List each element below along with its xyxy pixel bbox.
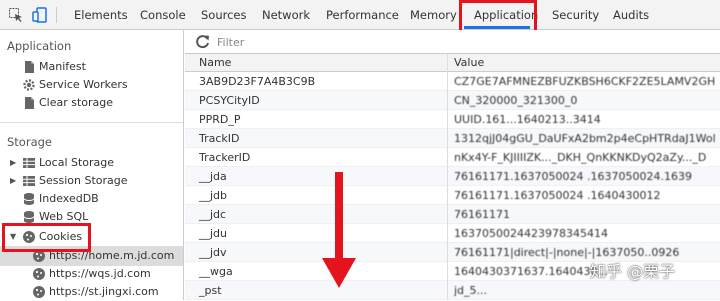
cookie-name: __jdv (199, 246, 227, 259)
column-divider[interactable] (447, 54, 448, 300)
down-arrow-annotation (335, 172, 343, 262)
cookie-icon (23, 231, 35, 243)
cookie-name: TrackerID (199, 151, 251, 164)
cookie-icon (33, 286, 45, 298)
table-row[interactable]: TrackerID nKx4Y-F_KJIIIIZK..._DKH_QnKKNK… (185, 148, 720, 167)
sidebar-item-label: Cookies (39, 230, 83, 243)
table-row[interactable]: __jda 76161171.1637050024 .1637050024.16… (185, 167, 720, 186)
cookie-name: __jdb (199, 189, 228, 202)
cookie-value: jd_5... (454, 284, 488, 297)
cookie-table-header: Name Value (185, 54, 720, 72)
sidebar-item-label: Session Storage (39, 174, 128, 187)
database-icon (23, 193, 35, 205)
tab-audits[interactable]: Audits (613, 0, 649, 30)
cookie-value: CZ7GE7AFMNEZBFUZKBSH6CKF2ZE5LAMV2GH7DH (454, 75, 716, 88)
cookie-name: 3AB9D23F7A4B3C9B (199, 75, 316, 88)
tab-performance[interactable]: Performance (326, 0, 399, 30)
table-row[interactable]: 3AB9D23F7A4B3C9B CZ7GE7AFMNEZBFUZKBSH6CK… (185, 72, 720, 91)
document-icon (25, 97, 34, 109)
filter-input[interactable] (213, 33, 641, 51)
cookie-name: PPRD_P (199, 113, 241, 126)
cookie-value: 1312qjJ04gGU_DaUFxA2bm2p4eCpHTRdaJ1Wolly… (454, 132, 716, 145)
tab-network[interactable]: Network (262, 0, 310, 30)
sidebar-item-label: Clear storage (39, 96, 114, 109)
column-header-name[interactable]: Name (199, 54, 231, 71)
cookie-icon (33, 250, 45, 262)
cookie-name: _pst (199, 284, 222, 297)
table-row[interactable]: _pst jd_5... (185, 281, 720, 300)
database-icon (23, 211, 35, 223)
sidebar-item-label: IndexedDB (39, 192, 99, 205)
grid-icon (23, 176, 35, 186)
sidebar-item-label: Web SQL (39, 210, 89, 223)
application-sidebar: Application Manifest Service Workers Cle… (0, 30, 184, 300)
cookie-value: CN_320000_321300_0 (454, 94, 578, 107)
table-row[interactable]: __jdb 76161171.1637050024 .1640430012 (185, 186, 720, 205)
table-row[interactable]: TrackID 1312qjJ04gGU_DaUFxA2bm2p4eCpHTRd… (185, 129, 720, 148)
sidebar-divider (0, 122, 183, 123)
table-row[interactable]: __jdc 76161171 (185, 205, 720, 224)
sidebar-item-label: https://home.m.jd.com (49, 249, 175, 262)
tab-memory[interactable]: Memory (410, 0, 457, 30)
sidebar-item-label: Manifest (39, 60, 86, 73)
inspect-element-icon[interactable] (8, 7, 24, 23)
cookie-name: PCSYCityID (199, 94, 260, 107)
cookie-name: TrackID (199, 132, 240, 145)
table-row[interactable]: PPRD_P UUID.161...1640213..3414 (185, 110, 720, 129)
expand-triangle-icon[interactable]: ▶ (10, 154, 16, 172)
cookie-name: __jdu (199, 227, 228, 240)
cookie-value: 76161171|direct|-|none|-|1637050..0926 (454, 246, 680, 259)
cookie-name: __wga (199, 265, 233, 278)
sidebar-item-label: Service Workers (39, 78, 128, 91)
device-toolbar-icon[interactable] (32, 7, 48, 23)
refresh-icon[interactable] (195, 34, 211, 50)
active-tab-indicator (464, 26, 530, 29)
cookie-value: UUID.161...1640213..3414 (454, 113, 601, 126)
sidebar-item-label: https://wqs.jd.com (49, 267, 151, 280)
down-arrow-head-icon (322, 258, 356, 288)
cookie-value: nKx4Y-F_KJIIIIZK..._DKH_QnKKNKDyQ2aZy...… (454, 151, 707, 164)
table-row[interactable]: PCSYCityID CN_320000_321300_0 (185, 91, 720, 110)
gear-icon (23, 79, 35, 91)
grid-icon (23, 158, 35, 168)
cookie-value: 76161171.1637050024 .1640430012 (454, 189, 661, 202)
cookie-value: 76161171 (454, 208, 510, 221)
tab-security[interactable]: Security (552, 0, 599, 30)
watermark-text: 知乎 @栗子 (590, 262, 676, 281)
cookie-value: 1640430371637.1640430... (454, 265, 608, 278)
collapse-triangle-icon[interactable]: ▼ (10, 228, 16, 246)
document-icon (25, 61, 34, 73)
cookie-name: __jdc (199, 208, 227, 221)
sidebar-item-label: https://st.jingxi.com (49, 285, 159, 298)
column-header-value[interactable]: Value (454, 54, 484, 71)
cookie-value: 76161171.1637050024 .1637050024.1639 (454, 170, 692, 183)
filter-toolbar (185, 30, 720, 54)
cookie-name: __jda (199, 170, 227, 183)
application-section-title: Application (7, 39, 72, 53)
sidebar-item-label: Local Storage (39, 156, 115, 169)
devtools-tab-bar: Elements Console Sources Network Perform… (0, 0, 720, 30)
toolbar-divider (56, 7, 57, 23)
tab-console[interactable]: Console (140, 0, 186, 30)
tab-sources[interactable]: Sources (201, 0, 247, 30)
expand-triangle-icon[interactable]: ▶ (10, 172, 16, 190)
storage-section-title: Storage (7, 135, 52, 149)
table-row[interactable]: __jdu 1637050024423978345414 (185, 224, 720, 243)
tab-elements[interactable]: Elements (74, 0, 128, 30)
cookie-value: 1637050024423978345414 (454, 227, 608, 240)
cookie-icon (33, 268, 45, 280)
